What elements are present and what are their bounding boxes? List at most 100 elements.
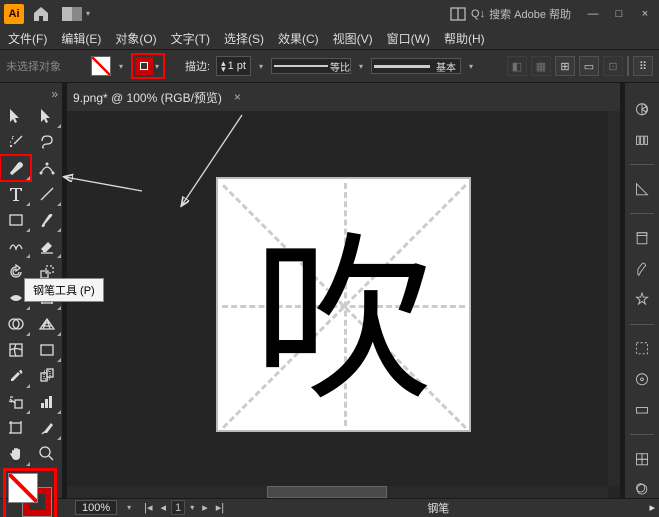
chevron-down-icon[interactable]: ▾ [117, 62, 125, 71]
options-bar: 未选择对象 ▾ ▾ 描边: ▴▾ 1 pt ▾ 等比 ▾ 基本 ▾ ◧ ▦ ⊞ … [0, 49, 659, 83]
search-placeholder: 搜索 Adobe 帮助 [489, 6, 571, 22]
menu-window[interactable]: 窗口(W) [381, 28, 436, 49]
zoom-level[interactable]: 100% [75, 500, 117, 515]
chevron-down-icon[interactable]: ▾ [467, 62, 475, 71]
type-tool[interactable] [0, 181, 31, 207]
artboard[interactable]: 吹 [216, 177, 471, 432]
shaper-tool[interactable] [0, 233, 31, 259]
menu-effect[interactable]: 效果(C) [272, 28, 325, 49]
menu-file[interactable]: 文件(F) [2, 28, 53, 49]
column-graph-tool[interactable] [31, 389, 62, 415]
menu-object[interactable]: 对象(O) [109, 28, 162, 49]
perspective-grid-tool[interactable] [31, 311, 62, 337]
symbol-sprayer-tool[interactable] [0, 389, 31, 415]
chevron-down-icon[interactable]: ▾ [125, 503, 133, 512]
zoom-tool[interactable] [31, 441, 62, 467]
next-icon[interactable]: ▸ [199, 501, 211, 514]
hand-tool[interactable] [0, 441, 31, 467]
transform-icon[interactable]: ▭ [579, 56, 599, 76]
minimize-button[interactable]: — [583, 7, 603, 21]
canvas[interactable]: 吹 [67, 111, 620, 498]
brushes-panel-icon[interactable] [630, 261, 654, 278]
stroke-weight-value: 1 pt [228, 60, 246, 72]
stroke-swatch[interactable] [135, 57, 153, 75]
toolbox: » [0, 83, 63, 498]
status-bar: 100% ▾ |◂ ◂ 1 ▾ ▸ ▸| 钢笔 ▸ [0, 498, 659, 516]
artboard-navigation[interactable]: |◂ ◂ 1 ▾ ▸ ▸| [141, 500, 227, 515]
blend-tool[interactable] [31, 363, 62, 389]
menu-edit[interactable]: 编辑(E) [55, 28, 107, 49]
opacity-icon[interactable]: ◧ [507, 56, 527, 76]
annotation-arrow [57, 171, 147, 201]
preferences-icon[interactable]: ⠿ [633, 56, 653, 76]
canvas-area: 9.png* @ 100% (RGB/预览) × 吹 [67, 83, 620, 498]
shape-builder-tool[interactable] [0, 311, 31, 337]
fill-swatch[interactable] [91, 56, 111, 76]
lasso-tool[interactable] [31, 129, 62, 155]
paintbrush-tool[interactable] [31, 207, 62, 233]
style-icon[interactable]: ▦ [531, 56, 551, 76]
rectangle-tool[interactable] [0, 207, 31, 233]
chevron-down-icon[interactable]: ▾ [357, 62, 365, 71]
search-icon: Q [471, 8, 480, 20]
search-box[interactable]: Q↓ 搜索 Adobe 帮助 [471, 6, 571, 22]
artboard-number[interactable]: 1 [171, 500, 185, 515]
chevron-down-icon[interactable]: ▾ [257, 62, 265, 71]
align-icon[interactable]: ⊞ [555, 56, 575, 76]
stroke-panel-icon[interactable] [630, 340, 654, 357]
panel-dock [624, 83, 659, 498]
toolbox-collapse-icon[interactable]: » [0, 87, 62, 103]
last-icon[interactable]: ▸| [213, 501, 227, 514]
home-icon[interactable] [32, 5, 50, 23]
character-glyph: 吹 [218, 179, 469, 430]
gradient-tool[interactable] [31, 337, 62, 363]
tooltip: 钢笔工具 (P) [24, 278, 104, 302]
artboard-tool[interactable] [0, 415, 31, 441]
scrollbar-vertical[interactable] [608, 111, 620, 486]
symbols-panel-icon[interactable] [630, 291, 654, 308]
gradient-panel-icon[interactable] [630, 402, 654, 419]
current-tool-label: 钢笔 [427, 500, 449, 516]
workspace-switcher-icon[interactable] [62, 7, 82, 21]
selection-status: 未选择对象 [6, 58, 61, 74]
chevron-down-icon[interactable]: ▾ [153, 62, 161, 71]
first-icon[interactable]: |◂ [141, 501, 155, 514]
isolate-icon[interactable]: ⊡ [603, 56, 623, 76]
menu-help[interactable]: 帮助(H) [438, 28, 491, 49]
prev-icon[interactable]: ◂ [158, 501, 170, 514]
pen-tool[interactable] [0, 155, 31, 181]
app-logo: Ai [4, 4, 24, 24]
fill-stroke-control[interactable] [8, 473, 52, 517]
stroke-label: 描边: [185, 58, 210, 74]
menu-view[interactable]: 视图(V) [327, 28, 379, 49]
eyedropper-tool[interactable] [0, 363, 31, 389]
libraries-panel-icon[interactable] [630, 230, 654, 247]
menubar: 文件(F) 编辑(E) 对象(O) 文字(T) 选择(S) 效果(C) 视图(V… [0, 27, 659, 49]
stroke-variable-width[interactable]: 等比 [271, 58, 351, 74]
brush-definition[interactable]: 基本 [371, 58, 461, 74]
mesh-tool[interactable] [0, 337, 31, 363]
color-guide-panel-icon[interactable] [630, 132, 654, 149]
menu-select[interactable]: 选择(S) [218, 28, 270, 49]
transparency-panel-icon[interactable] [630, 451, 654, 468]
swatches-panel-icon[interactable] [630, 371, 654, 388]
chevron-down-icon[interactable]: ▾ [84, 9, 92, 18]
close-button[interactable]: × [635, 7, 655, 21]
properties-panel-icon[interactable] [630, 181, 654, 198]
scrollbar-horizontal[interactable] [67, 486, 608, 498]
magic-wand-tool[interactable] [0, 129, 31, 155]
slice-tool[interactable] [31, 415, 62, 441]
stroke-weight-input[interactable]: ▴▾ 1 pt [216, 56, 251, 76]
maximize-button[interactable]: □ [609, 7, 629, 21]
direct-selection-tool[interactable] [31, 103, 62, 129]
annotation-highlight: ▾ [131, 53, 165, 79]
status-menu-icon[interactable]: ▸ [649, 501, 655, 514]
selection-tool[interactable] [0, 103, 31, 129]
color-panel-icon[interactable] [630, 101, 654, 118]
eraser-tool[interactable] [31, 233, 62, 259]
appearance-panel-icon[interactable] [630, 481, 654, 498]
menu-type[interactable]: 文字(T) [165, 28, 216, 49]
arrange-docs-icon[interactable] [449, 5, 467, 23]
fill-color[interactable] [8, 473, 38, 503]
chevron-down-icon[interactable]: ▾ [187, 503, 197, 512]
